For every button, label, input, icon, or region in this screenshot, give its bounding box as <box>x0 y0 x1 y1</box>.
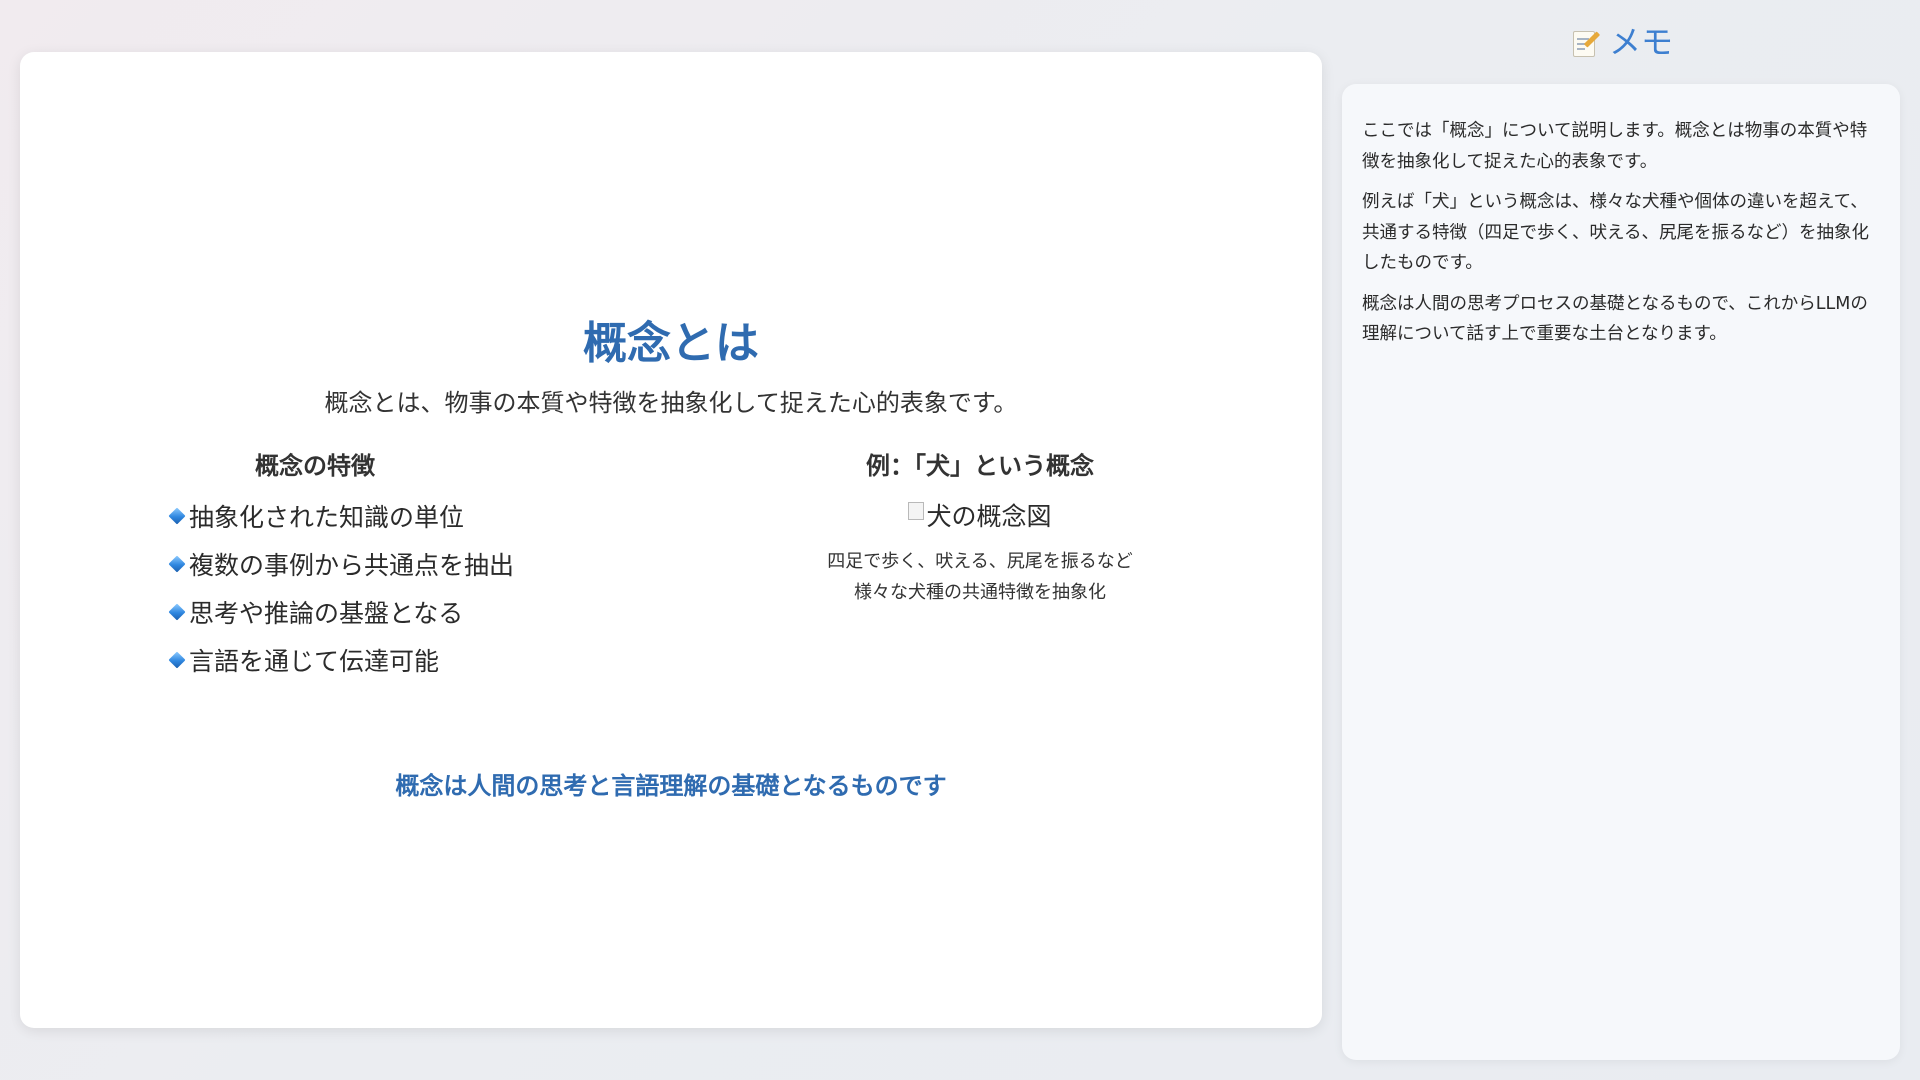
memo-panel[interactable]: ここでは「概念」について説明します。概念とは物事の本質や特徴を抽象化して捉えた心… <box>1342 84 1900 1060</box>
blue-diamond-icon <box>168 603 186 621</box>
slide-subtitle: 概念とは、物事の本質や特徴を抽象化して捉えた心的表象です。 <box>324 389 1018 417</box>
blue-diamond-icon <box>168 555 186 573</box>
caption-line: 様々な犬種の共通特徴を抽象化 <box>854 582 1106 603</box>
feature-item: 複数の事例から共通点を抽出 <box>165 540 635 588</box>
dog-concept-image: 犬の概念図 <box>760 494 1200 536</box>
feature-item: 言語を通じて伝達可能 <box>165 636 635 684</box>
conclusion-text: 概念は人間の思考と言語理解の基礎となるものです <box>395 772 947 800</box>
memo-header: メモ <box>1342 18 1904 66</box>
memo-paragraph: 例えば「犬」という概念は、様々な犬種や個体の違いを超えて、共通する特徴（四足で歩… <box>1362 192 1869 273</box>
image-alt-text: 犬の概念図 <box>926 502 1052 531</box>
example-heading: 例：「犬」という概念 <box>866 452 1094 480</box>
feature-label: 抽象化された知識の単位 <box>189 503 465 532</box>
feature-label: 思考や推論の基盤となる <box>189 599 464 628</box>
features-heading: 概念の特徴 <box>255 452 375 480</box>
blue-diamond-icon <box>168 507 186 525</box>
feature-item: 抽象化された知識の単位 <box>165 492 635 540</box>
memo-pencil-icon <box>1572 29 1601 57</box>
blue-diamond-icon <box>168 651 186 669</box>
broken-image-icon <box>908 502 925 520</box>
feature-label: 複数の事例から共通点を抽出 <box>189 551 515 580</box>
feature-label: 言語を通じて伝達可能 <box>189 647 440 676</box>
slide-title: 概念とは <box>583 318 759 369</box>
slide-card: 概念とは 概念とは、物事の本質や特徴を抽象化して捉えた心的表象です。 概念の特徴… <box>20 52 1322 1028</box>
example-caption: 四足で歩く、吠える、尻尾を振るなど 様々な犬種の共通特徴を抽象化 <box>760 546 1200 608</box>
example-column: 例：「犬」という概念 犬の概念図 四足で歩く、吠える、尻尾を振るなど 様々な犬種… <box>760 448 1200 608</box>
memo-paragraph: ここでは「概念」について説明します。概念とは物事の本質や特徴を抽象化して捉えた心… <box>1362 121 1868 172</box>
caption-line: 四足で歩く、吠える、尻尾を振るなど <box>827 551 1133 572</box>
memo-paragraph: 概念は人間の思考プロセスの基礎となるもので、これからLLMの理解について話す上で… <box>1362 293 1868 345</box>
memo-title: メモ <box>1608 23 1673 61</box>
features-list: 抽象化された知識の単位 複数の事例から共通点を抽出 思考や推論の基盤となる 言語… <box>165 492 635 684</box>
features-column: 概念の特徴 抽象化された知識の単位 複数の事例から共通点を抽出 思考や推論の基盤… <box>165 448 635 684</box>
feature-item: 思考や推論の基盤となる <box>165 588 635 636</box>
